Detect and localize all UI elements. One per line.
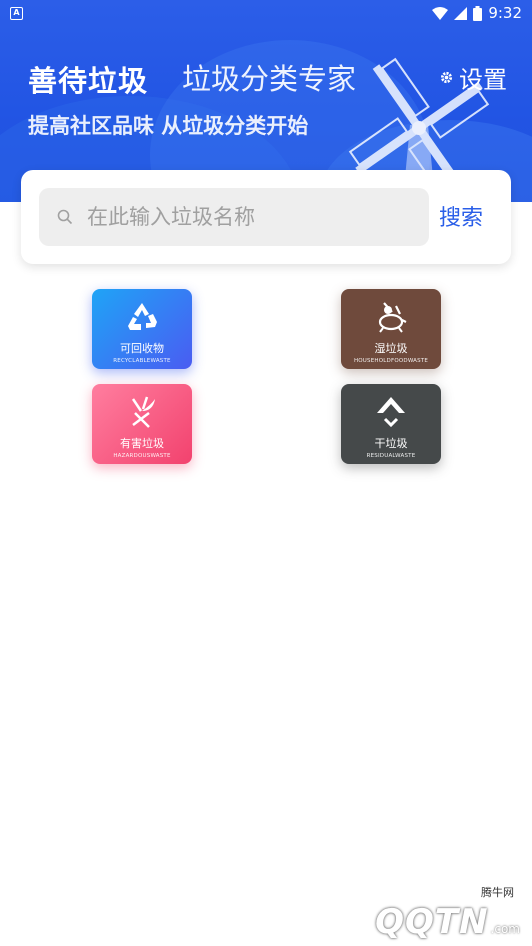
category-wet[interactable]: 湿垃圾 HOUSEHOLDFOODWASTE xyxy=(341,289,441,369)
search-box[interactable] xyxy=(39,188,429,246)
settings-button[interactable]: 设置 xyxy=(440,60,507,95)
site-watermark: 腾牛网 QQTN .com xyxy=(375,886,520,942)
residual-icon xyxy=(373,394,409,430)
watermark-cn: 腾牛网 xyxy=(481,886,514,899)
banner-title: 善待垃圾 xyxy=(28,64,149,98)
recycle-icon xyxy=(124,299,160,335)
watermark-logo: QQTN xyxy=(375,902,489,942)
search-button[interactable]: 搜索 xyxy=(439,200,483,232)
category-en-name: HOUSEHOLDFOODWASTE xyxy=(353,358,429,364)
category-name: 有害垃圾 xyxy=(120,437,164,450)
status-bar: A 9:32 xyxy=(0,0,532,26)
banner-subtitle: 提高社区品味 从垃圾分类开始 xyxy=(28,114,309,138)
gear-icon xyxy=(440,71,453,84)
category-name: 可回收物 xyxy=(120,342,164,355)
app-title: 垃圾分类专家 xyxy=(182,62,357,96)
search-icon xyxy=(57,209,73,225)
app-notification-icon: A xyxy=(10,6,23,20)
category-en-name: RESIDUALWASTE xyxy=(366,453,416,459)
category-en-name: HAZARDOUSWASTE xyxy=(113,453,171,459)
hazardous-icon xyxy=(124,394,160,430)
search-card: 搜索 xyxy=(21,170,511,264)
settings-label: 设置 xyxy=(459,66,507,94)
status-time: 9:32 xyxy=(488,4,522,22)
battery-icon xyxy=(473,5,483,21)
wifi-icon xyxy=(432,6,449,20)
search-input[interactable] xyxy=(87,205,407,229)
food-waste-icon xyxy=(373,299,409,335)
category-name: 湿垃圾 xyxy=(374,342,408,355)
watermark-suffix: .com xyxy=(490,922,520,936)
category-hazardous[interactable]: 有害垃圾 HAZARDOUSWASTE xyxy=(92,384,192,464)
category-dry[interactable]: 干垃圾 RESIDUALWASTE xyxy=(341,384,441,464)
category-en-name: RECYCLABLEWASTE xyxy=(113,358,171,364)
category-recyclable[interactable]: 可回收物 RECYCLABLEWASTE xyxy=(92,289,192,369)
category-name: 干垃圾 xyxy=(374,437,408,450)
signal-icon xyxy=(454,6,468,20)
